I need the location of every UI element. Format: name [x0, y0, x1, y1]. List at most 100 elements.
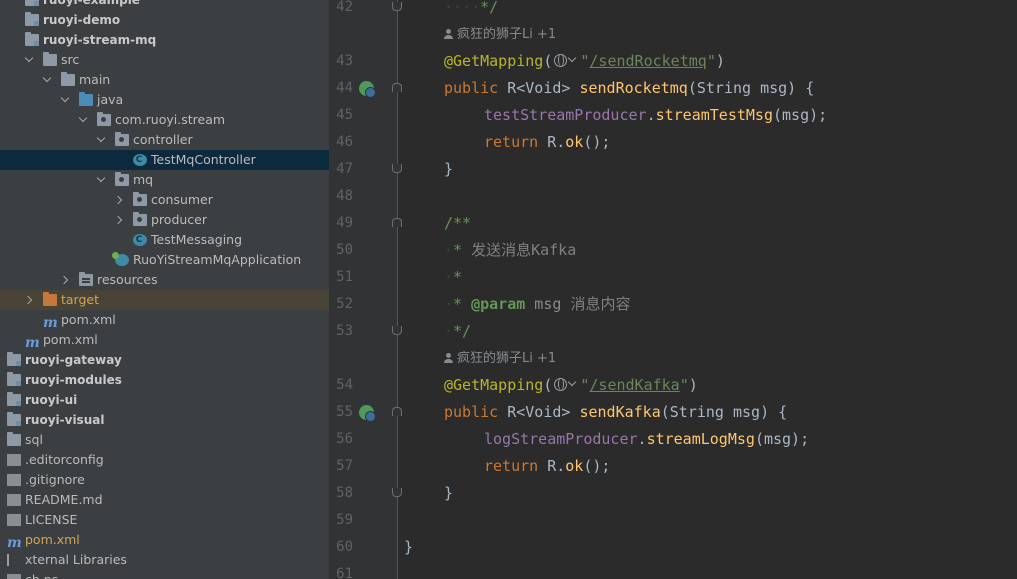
code-line[interactable]: 57 return R.ok(); — [329, 453, 1017, 480]
tree-item-label: main — [79, 72, 111, 87]
code-line[interactable]: 49 /** — [329, 210, 1017, 237]
source-folder-icon — [79, 92, 93, 106]
code-author-hint[interactable]: 疯狂的狮子Li +1 — [444, 345, 556, 372]
code-line[interactable]: 46 return R.ok(); — [329, 129, 1017, 156]
fold-marker-icon[interactable] — [392, 488, 402, 497]
tree-item-label: README.md — [25, 492, 103, 507]
tree-item[interactable]: .gitignore — [0, 470, 329, 490]
code-token: R. — [547, 457, 566, 475]
chevron-right-icon[interactable] — [115, 190, 125, 210]
code-token: R<Void> — [507, 403, 580, 421]
fold-marker-icon[interactable] — [392, 2, 402, 11]
code-line[interactable]: 54 @GetMapping("/sendKafka") — [329, 372, 1017, 399]
tree-item[interactable]: README.md — [0, 490, 329, 510]
code-token: testStreamProducer — [484, 106, 647, 124]
chevron-down-icon[interactable] — [61, 90, 71, 110]
code-line[interactable]: 42 ····*/ — [329, 0, 1017, 21]
line-number: 60 — [336, 539, 353, 555]
chevron-down-icon[interactable] — [25, 50, 35, 70]
code-token: · — [444, 322, 454, 340]
chevron-right-icon[interactable] — [115, 210, 125, 230]
code-line[interactable]: 59 — [329, 507, 1017, 534]
tree-item[interactable]: controller — [0, 130, 329, 150]
tree-item[interactable]: m pom.xml — [0, 330, 329, 351]
tree-item[interactable]: m pom.xml — [0, 530, 329, 551]
code-token: (msg); — [754, 430, 810, 448]
fold-marker-icon[interactable] — [392, 326, 402, 335]
tree-item[interactable]: src — [0, 50, 329, 70]
chevron-down-icon[interactable] — [97, 170, 107, 190]
tree-item-label: LICENSE — [25, 512, 78, 527]
code-line[interactable]: 56 logStreamProducer.streamLogMsg(msg); — [329, 426, 1017, 453]
url-inlay-icon[interactable] — [552, 53, 580, 67]
tree-item[interactable]: ruoyi-visual — [0, 410, 329, 430]
chevron-down-icon[interactable] — [43, 70, 53, 90]
code-line[interactable]: 44 public R<Void> sendRocketmq(String msg… — [329, 75, 1017, 102]
code-line[interactable]: 61 — [329, 561, 1017, 579]
tree-item[interactable]: ch ns — [0, 570, 329, 579]
tree-item[interactable]: sql — [0, 430, 329, 450]
tree-item[interactable]: TestMqController — [0, 150, 329, 170]
tree-item-label: ch ns — [25, 570, 58, 579]
url-inlay-icon[interactable] — [552, 377, 580, 391]
tree-item[interactable]: m pom.xml — [0, 310, 329, 331]
tree-item[interactable]: RuoYiStreamMqApplication — [0, 250, 329, 270]
fold-marker-icon[interactable] — [392, 164, 402, 173]
tree-item[interactable]: ruoyi-modules — [0, 370, 329, 390]
line-number: 61 — [336, 566, 353, 579]
project-tree-panel[interactable]: ruoyi-example ruoyi-demo ruoyi-stream-mq sr… — [0, 0, 329, 579]
code-line[interactable]: 45 testStreamProducer.streamTestMsg(msg); — [329, 102, 1017, 129]
chevron-down-icon[interactable] — [79, 110, 89, 130]
fold-marker-icon[interactable] — [392, 407, 402, 416]
tree-item[interactable]: ruoyi-example — [0, 0, 329, 10]
code-line[interactable]: 60} — [329, 534, 1017, 561]
code-token: R<Void> — [507, 79, 580, 97]
line-number: 52 — [336, 296, 353, 312]
code-author-hint[interactable]: 疯狂的狮子Li +1 — [444, 21, 556, 48]
tree-item[interactable]: LICENSE — [0, 510, 329, 530]
tree-item[interactable]: main — [0, 70, 329, 90]
tree-item-label: TestMessaging — [151, 232, 243, 247]
chevron-right-icon[interactable] — [25, 290, 35, 310]
tree-item[interactable]: ruoyi-gateway — [0, 350, 329, 370]
code-line[interactable]: 51 ·* — [329, 264, 1017, 291]
code-line[interactable]: 55 public R<Void> sendKafka(String msg) { — [329, 399, 1017, 426]
line-number: 54 — [336, 377, 353, 393]
chevron-right-icon[interactable] — [61, 270, 71, 290]
tree-item[interactable]: mq — [0, 170, 329, 190]
code-line[interactable]: 50 ·* 发送消息Kafka — [329, 237, 1017, 264]
tree-item[interactable]: java — [0, 90, 329, 110]
tree-item[interactable]: com.ruoyi.stream — [0, 110, 329, 130]
tree-item[interactable]: ruoyi-ui — [0, 390, 329, 410]
module-folder-icon — [7, 352, 21, 366]
scratch-icon — [7, 574, 21, 579]
tree-item[interactable]: ruoyi-demo — [0, 10, 329, 30]
person-icon — [444, 353, 453, 363]
code-token: * — [453, 241, 472, 259]
tree-item[interactable]: resources — [0, 270, 329, 290]
line-number: 53 — [336, 323, 353, 339]
chevron-down-icon[interactable] — [97, 130, 107, 150]
tree-item[interactable]: TestMessaging — [0, 230, 329, 250]
code-line[interactable]: 58} — [329, 480, 1017, 507]
tree-item[interactable]: ruoyi-stream-mq — [0, 30, 329, 50]
endpoint-gutter-icon[interactable] — [359, 81, 376, 98]
tree-item[interactable]: producer — [0, 210, 329, 230]
endpoint-gutter-icon[interactable] — [359, 405, 376, 422]
tree-item[interactable]: xternal Libraries — [0, 550, 329, 570]
line-number: 55 — [336, 404, 353, 420]
fold-marker-icon[interactable] — [392, 83, 402, 92]
code-line[interactable]: 53 ·*/ — [329, 318, 1017, 345]
tree-item[interactable]: target — [0, 290, 329, 310]
code-token: streamLogMsg — [646, 430, 755, 448]
code-editor[interactable]: 42 ····*/疯狂的狮子Li +1 43 @GetMapping("/sendRo… — [329, 0, 1017, 579]
fold-marker-icon[interactable] — [392, 218, 402, 227]
tree-item[interactable]: consumer — [0, 190, 329, 210]
code-token: . — [646, 106, 656, 124]
code-line[interactable]: 47} — [329, 156, 1017, 183]
code-token: ) — [715, 52, 725, 70]
code-line[interactable]: 48 — [329, 183, 1017, 210]
code-line[interactable]: 43 @GetMapping("/sendRocketmq") — [329, 48, 1017, 75]
code-line[interactable]: 52 ·* @param msg 消息内容 — [329, 291, 1017, 318]
tree-item[interactable]: .editorconfig — [0, 450, 329, 470]
